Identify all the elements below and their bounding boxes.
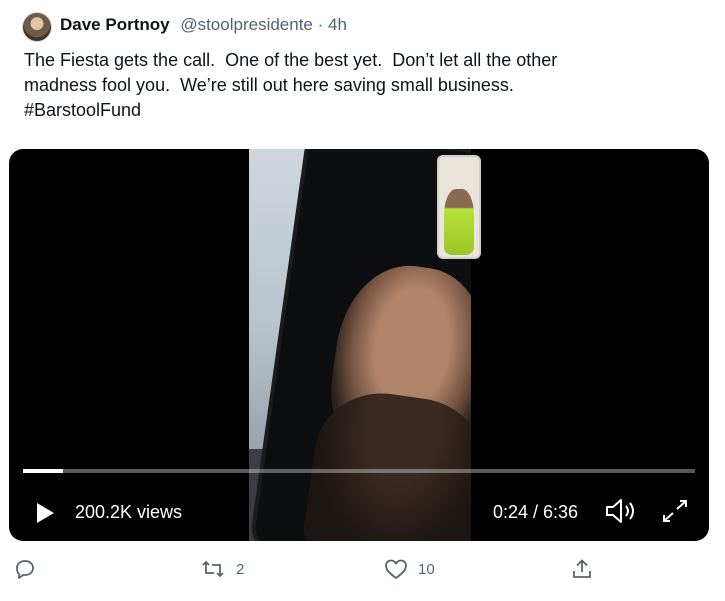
tweet-card[interactable]: Dave Portnoy @stoolpresidente · 4h The F… [0, 0, 725, 601]
view-count: 200.2K views [75, 502, 183, 522]
retweet-icon [202, 560, 224, 578]
like-count: 10 [418, 560, 435, 578]
pip-person [444, 189, 474, 255]
video-progress-bar[interactable] [23, 469, 695, 473]
retweet-button[interactable]: 2 [200, 558, 244, 580]
avatar[interactable] [22, 12, 52, 42]
reply-icon [16, 560, 34, 579]
share-button[interactable] [571, 558, 603, 580]
facetime-pip [437, 155, 481, 259]
video-progress-fill [23, 469, 64, 473]
tweet-text: The Fiesta gets the call. One of the bes… [24, 48, 704, 123]
separator-dot: · [317, 15, 324, 34]
like-button[interactable]: 10 [384, 558, 435, 580]
timestamp[interactable]: 4h [328, 15, 347, 34]
reply-button[interactable] [14, 558, 46, 580]
hashtag-link[interactable]: #BarstoolFund [24, 98, 704, 123]
author-handle[interactable]: @stoolpresidente · 4h [180, 15, 347, 34]
retweet-count: 2 [236, 560, 245, 578]
video-controls: 200.2K views 0:24 / 6:36 [9, 489, 709, 529]
video-player[interactable]: 200.2K views 0:24 / 6:36 [9, 149, 709, 541]
tweet-actions: 2 10 [0, 556, 725, 586]
share-icon [573, 559, 591, 578]
volume-icon[interactable] [603, 497, 637, 530]
tweet-header: Dave Portnoy @stoolpresidente · 4h [60, 14, 347, 36]
tweet-line: The Fiesta gets the call. One of the bes… [24, 50, 558, 70]
expand-icon[interactable] [661, 499, 689, 528]
author-name[interactable]: Dave Portnoy [60, 15, 170, 34]
video-time: 0:24 / 6:36 [493, 502, 579, 522]
tweet-line: madness fool you. We’re still out here s… [24, 75, 514, 95]
heart-icon [385, 559, 407, 579]
play-icon[interactable] [35, 502, 55, 529]
